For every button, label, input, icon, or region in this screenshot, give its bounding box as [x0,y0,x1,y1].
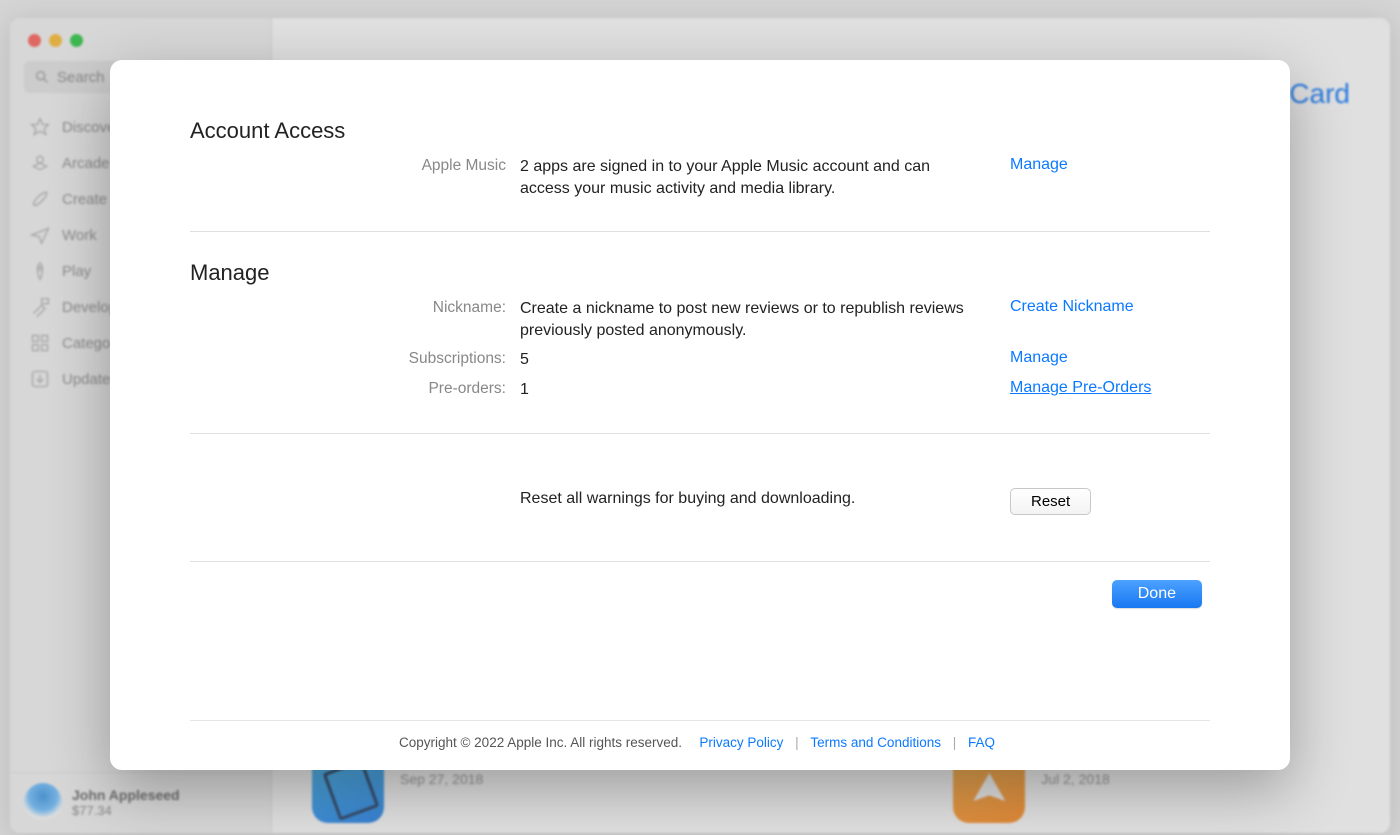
subscriptions-label: Subscriptions: [190,349,520,368]
row-subscriptions: Subscriptions: 5 Manage [190,349,1210,371]
row-apple-music: Apple Music 2 apps are signed in to your… [190,156,1210,199]
legal-footer: Copyright © 2022 Apple Inc. All rights r… [190,720,1210,750]
copyright-text: Copyright © 2022 Apple Inc. All rights r… [399,735,682,750]
manage-preorders-link[interactable]: Manage Pre-Orders [1010,379,1151,396]
account-settings-sheet: Account Access Apple Music 2 apps are si… [110,60,1290,770]
section-reset-warnings: Reset all warnings for buying and downlo… [190,434,1210,562]
reset-button[interactable]: Reset [1010,488,1091,515]
sheet-footer: Done [190,580,1210,608]
row-preorders: Pre-orders: 1 Manage Pre-Orders [190,379,1210,401]
terms-link[interactable]: Terms and Conditions [810,735,941,750]
done-button[interactable]: Done [1112,580,1202,608]
apple-music-description: 2 apps are signed in to your Apple Music… [520,156,1010,199]
preorders-label: Pre-orders: [190,379,520,398]
create-nickname-link[interactable]: Create Nickname [1010,298,1134,315]
nickname-label: Nickname: [190,298,520,317]
nickname-description: Create a nickname to post new reviews or… [520,298,1010,341]
apple-music-label: Apple Music [190,156,520,175]
subscriptions-value: 5 [520,349,1010,371]
reset-warnings-description: Reset all warnings for buying and downlo… [520,488,1010,510]
row-reset-warnings: Reset all warnings for buying and downlo… [190,488,1210,515]
section-title: Manage [190,260,1210,286]
section-title: Account Access [190,118,1210,144]
manage-subscriptions-link[interactable]: Manage [1010,349,1068,366]
section-account-access: Account Access Apple Music 2 apps are si… [190,100,1210,232]
section-manage: Manage Nickname: Create a nickname to po… [190,232,1210,433]
faq-link[interactable]: FAQ [968,735,995,750]
manage-apple-music-link[interactable]: Manage [1010,156,1068,173]
preorders-value: 1 [520,379,1010,401]
privacy-policy-link[interactable]: Privacy Policy [699,735,783,750]
row-nickname: Nickname: Create a nickname to post new … [190,298,1210,341]
